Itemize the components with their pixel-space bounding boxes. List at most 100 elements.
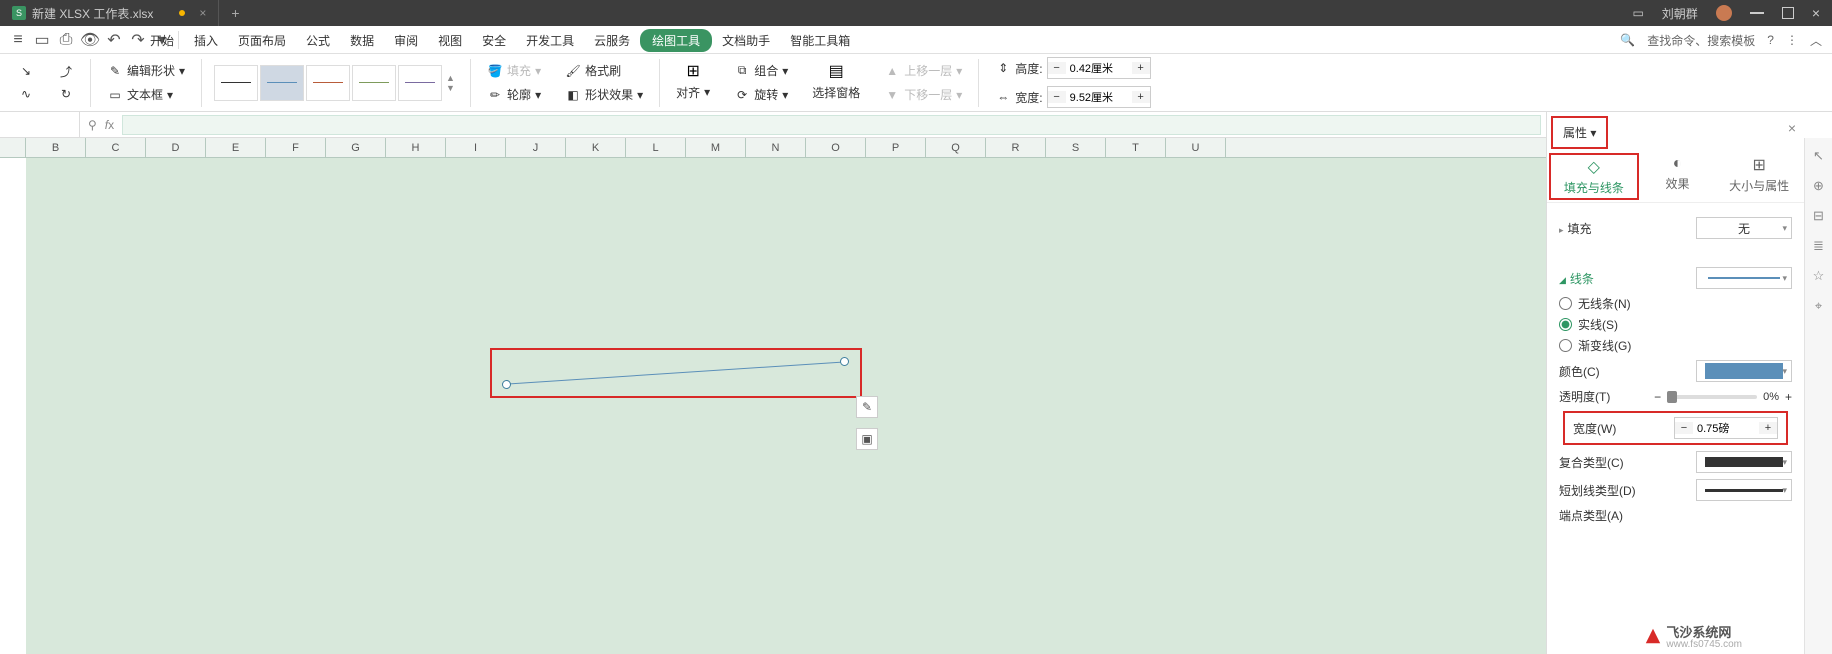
dash-select[interactable]: ▾	[1696, 479, 1792, 501]
preview-button[interactable]: 👁	[78, 28, 102, 52]
tab-fill-line[interactable]: ◇ 填充与线条	[1549, 153, 1639, 200]
search-placeholder[interactable]: 查找命令、搜索模板	[1647, 32, 1755, 49]
maximize-button[interactable]	[1782, 7, 1794, 19]
menu-security[interactable]: 安全	[472, 28, 516, 53]
height-minus[interactable]: −	[1048, 62, 1066, 74]
help-icon[interactable]: ?	[1767, 33, 1774, 47]
line-style-5[interactable]	[398, 65, 442, 101]
height-plus[interactable]: +	[1132, 62, 1150, 74]
menu-button[interactable]: ≡	[6, 28, 30, 52]
transparency-slider[interactable]	[1667, 395, 1757, 399]
search-icon[interactable]: 🔍	[1620, 33, 1635, 47]
line-style-3[interactable]	[306, 65, 350, 101]
line-shape[interactable]	[504, 356, 848, 390]
edit-shape-button[interactable]: ✎编辑形状▾	[103, 60, 189, 81]
layers-icon[interactable]: ≣	[1813, 238, 1824, 254]
cursor-tool-icon[interactable]: ↖	[1813, 148, 1824, 164]
palette-icon[interactable]: ⊟	[1813, 208, 1824, 224]
tools-icon[interactable]: ⌖	[1815, 298, 1822, 314]
tab-size-props[interactable]: ⊞ 大小与属性	[1718, 155, 1800, 198]
shape-connector-tool[interactable]: ∿	[14, 84, 38, 104]
format-painter-button[interactable]: 🖌格式刷	[561, 60, 647, 81]
col-header[interactable]: L	[626, 138, 686, 157]
menu-devtools[interactable]: 开发工具	[516, 28, 584, 53]
line-width-stepper[interactable]: − +	[1674, 417, 1778, 439]
select-pane-icon[interactable]: ▤	[828, 63, 844, 79]
group-button[interactable]: ⧉组合▾	[730, 60, 792, 81]
grid-body[interactable]: ✎ ▣	[26, 158, 1546, 654]
close-panel-icon[interactable]: ×	[1788, 120, 1796, 136]
line-style-4[interactable]	[352, 65, 396, 101]
col-header[interactable]: H	[386, 138, 446, 157]
tab-effects[interactable]: ◐ 效果	[1637, 155, 1719, 198]
menu-smart-toolbox[interactable]: 智能工具箱	[780, 28, 860, 53]
undo-button[interactable]: ↶	[102, 28, 126, 52]
shape-elbow-tool[interactable]: ⤴	[54, 61, 78, 81]
height-stepper[interactable]: − +	[1047, 57, 1151, 79]
col-header[interactable]: D	[146, 138, 206, 157]
compound-select[interactable]: ▾	[1696, 451, 1792, 473]
menu-view[interactable]: 视图	[428, 28, 472, 53]
col-header[interactable]: S	[1046, 138, 1106, 157]
col-header[interactable]: J	[506, 138, 566, 157]
col-header[interactable]: N	[746, 138, 806, 157]
transparency-plus[interactable]: +	[1785, 390, 1792, 404]
menu-insert[interactable]: 插入	[184, 28, 228, 53]
fx-icon[interactable]: fx	[105, 118, 114, 132]
col-header[interactable]: F	[266, 138, 326, 157]
shape-curve-tool[interactable]: ↻	[54, 84, 78, 104]
shape-line-tool[interactable]: ↘	[14, 61, 38, 81]
width-plus[interactable]: +	[1132, 91, 1150, 103]
send-backward-button[interactable]: ▼下移一层▾	[880, 84, 966, 105]
height-input[interactable]	[1066, 62, 1132, 74]
formula-input[interactable]	[122, 115, 1541, 135]
col-header[interactable]: E	[206, 138, 266, 157]
outline-button[interactable]: ✏轮廓▾	[483, 84, 545, 105]
align-button[interactable]: 对齐▾	[672, 82, 714, 103]
fill-button[interactable]: 🪣填充▾	[483, 60, 545, 81]
open-button[interactable]: ▭	[30, 28, 54, 52]
lw-plus[interactable]: +	[1759, 422, 1777, 434]
line-section[interactable]: ◢线条 ▾	[1559, 267, 1792, 289]
col-header[interactable]: M	[686, 138, 746, 157]
menu-pagelayout[interactable]: 页面布局	[228, 28, 296, 53]
close-tab-icon[interactable]: ×	[199, 6, 206, 20]
lw-minus[interactable]: −	[1675, 422, 1693, 434]
radio-gradient-line[interactable]: 渐变线(G)	[1559, 337, 1792, 354]
color-select[interactable]: ▾	[1696, 360, 1792, 382]
avatar-icon[interactable]	[1716, 5, 1732, 21]
line-style-1[interactable]	[214, 65, 258, 101]
col-header[interactable]: R	[986, 138, 1046, 157]
col-header[interactable]: T	[1106, 138, 1166, 157]
menu-data[interactable]: 数据	[340, 28, 384, 53]
col-header[interactable]: O	[806, 138, 866, 157]
menu-drawing-tools[interactable]: 绘图工具	[640, 29, 712, 52]
print-button[interactable]: ⎙	[54, 28, 78, 52]
select-all-corner[interactable]	[0, 138, 26, 157]
fill-section[interactable]: ▸填充 无▾	[1559, 217, 1792, 239]
name-box[interactable]	[0, 112, 80, 137]
gallery-down-icon[interactable]: ▼	[446, 83, 458, 93]
col-header[interactable]: I	[446, 138, 506, 157]
panel-title[interactable]: 属性 ▾	[1551, 116, 1608, 149]
collapse-ribbon-icon[interactable]: ︿	[1810, 32, 1822, 49]
radio-no-line[interactable]: 无线条(N)	[1559, 295, 1792, 312]
shape-edit-float-button[interactable]: ✎	[856, 396, 878, 418]
col-header[interactable]: C	[86, 138, 146, 157]
close-window-button[interactable]: ×	[1812, 5, 1820, 21]
align-icon[interactable]: ⊞	[685, 63, 701, 79]
width-minus[interactable]: −	[1048, 91, 1066, 103]
menu-formula[interactable]: 公式	[296, 28, 340, 53]
text-box-button[interactable]: ▭文本框▾	[103, 84, 189, 105]
shape-layout-float-button[interactable]: ▣	[856, 428, 878, 450]
shape-handle-start[interactable]	[502, 380, 511, 389]
toolbox-icon[interactable]: ⊕	[1813, 178, 1824, 194]
col-header[interactable]: Q	[926, 138, 986, 157]
width-stepper[interactable]: − +	[1047, 86, 1151, 108]
add-tab-button[interactable]: +	[219, 5, 251, 21]
shape-handle-end[interactable]	[840, 357, 849, 366]
col-header[interactable]: G	[326, 138, 386, 157]
zoom-icon[interactable]: ⚲	[88, 118, 97, 132]
line-width-input[interactable]	[1693, 422, 1759, 434]
minimize-button[interactable]	[1750, 12, 1764, 14]
